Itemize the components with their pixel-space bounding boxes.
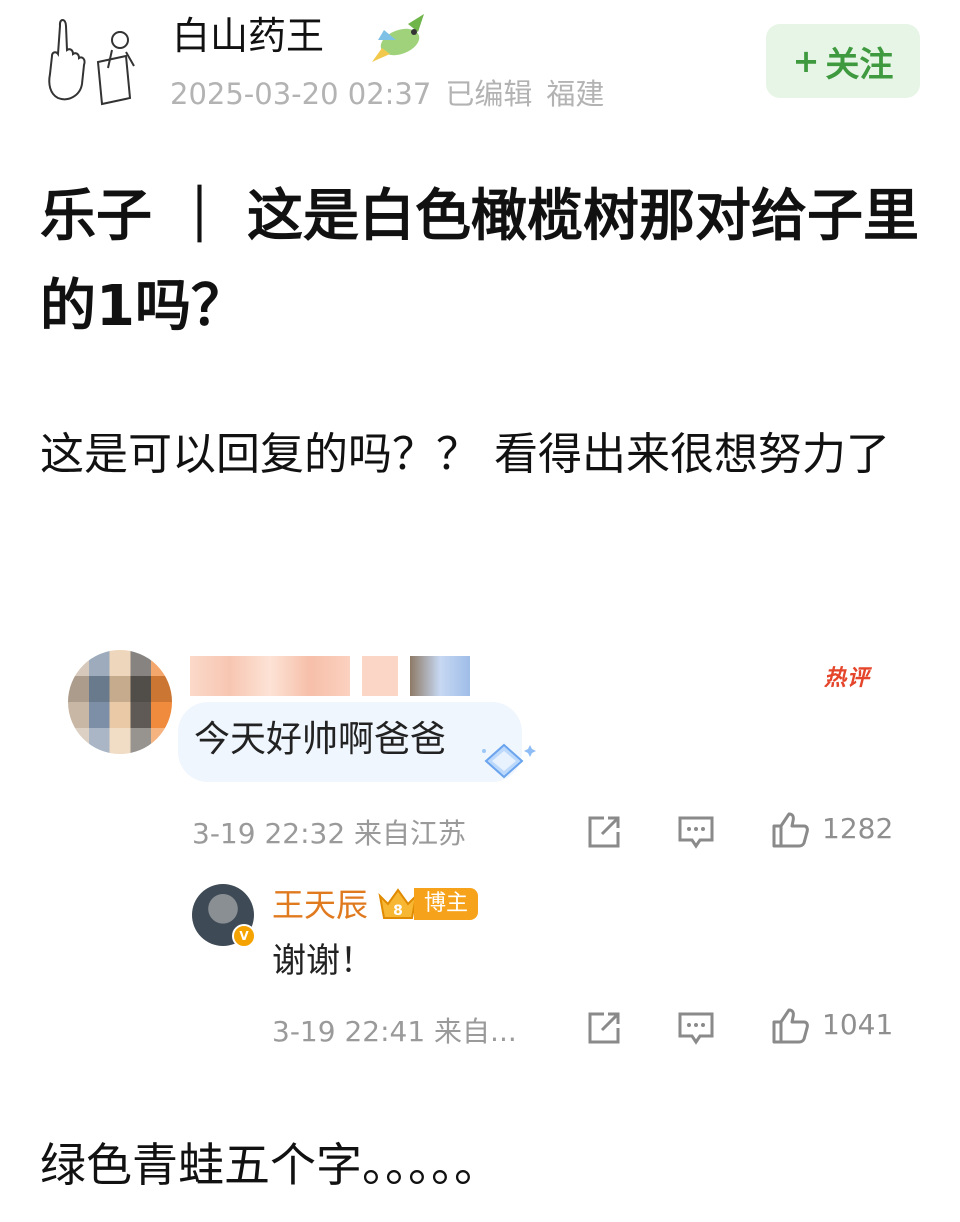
- diamond-icon: [480, 735, 538, 785]
- commenter-name-blurred: [190, 656, 470, 696]
- username[interactable]: 白山药王: [172, 12, 324, 60]
- verified-badge-icon: V: [232, 924, 256, 948]
- share-icon[interactable]: [584, 812, 624, 852]
- comment-icon[interactable]: [676, 812, 716, 852]
- reply-text: 谢谢！: [272, 941, 374, 981]
- post-meta: 2025-03-20 02:37 已编辑 福建: [170, 74, 618, 114]
- like-count: 1282: [822, 812, 894, 845]
- follow-button[interactable]: + 关注: [766, 24, 920, 98]
- share-icon[interactable]: [584, 1008, 624, 1048]
- post-body: 这是可以回复的吗？？ 看得出来很想努力了: [40, 429, 890, 480]
- replier-name[interactable]: 王天辰: [272, 882, 368, 928]
- level-number: 8: [393, 903, 403, 919]
- like-icon[interactable]: [770, 1006, 810, 1046]
- bird-badge-icon: [370, 10, 434, 66]
- plus-icon: +: [792, 42, 820, 80]
- edited-label: 已编辑: [445, 77, 533, 111]
- like-icon[interactable]: [770, 810, 810, 850]
- comment-meta: 3-19 22:32 来自江苏: [192, 817, 467, 850]
- level-crown-icon: 8: [378, 886, 418, 922]
- post-title: 乐子 ｜ 这是白色橄榄树那对给子里的1吗？: [40, 184, 919, 339]
- commenter-avatar: [68, 650, 172, 754]
- comment-icon[interactable]: [676, 1008, 716, 1048]
- comment-text: 今天好帅啊爸爸: [194, 719, 447, 760]
- user-avatar[interactable]: [42, 10, 142, 106]
- post-timestamp: 2025-03-20 02:37: [170, 77, 432, 111]
- post-location: 福建: [546, 77, 605, 111]
- reply-meta: 3-19 22:41 来自...: [272, 1015, 517, 1048]
- blogger-badge: 博主: [414, 888, 479, 920]
- follow-label: 关注: [825, 44, 894, 85]
- post-footer-text: 绿色青蛙五个字。。。。。: [40, 1138, 500, 1192]
- hot-comment-badge: 热评: [824, 666, 871, 691]
- reply-like-count: 1041: [822, 1008, 894, 1041]
